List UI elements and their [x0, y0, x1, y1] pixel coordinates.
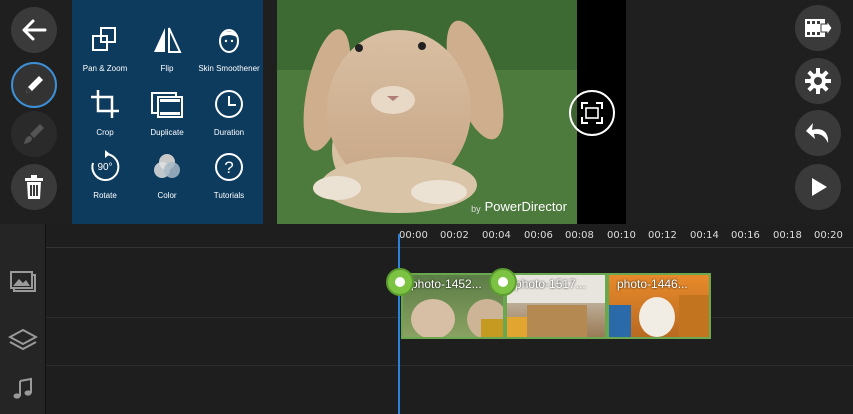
watermark-by: by: [471, 204, 481, 214]
tick-label: 00:04: [482, 230, 511, 241]
powerdirector-editor: Pan & Zoom Flip Skin Smoothener Crop Dup…: [0, 0, 853, 414]
tick-label: 00:12: [648, 230, 677, 241]
flip-tool[interactable]: Flip: [136, 22, 198, 73]
layers-icon[interactable]: [8, 325, 38, 355]
effects-button[interactable]: [11, 111, 57, 157]
tick-label: 00:20: [814, 230, 843, 241]
settings-gear-icon: [805, 68, 831, 94]
export-button[interactable]: [795, 5, 841, 51]
color-label: Color: [157, 191, 177, 200]
export-video-icon: [805, 19, 833, 37]
bunny-image: [277, 0, 577, 224]
clip-name: photo-1452...: [411, 277, 482, 291]
tick-label: 00:18: [773, 230, 802, 241]
tutorials-label: Tutorials: [213, 191, 245, 200]
video-track[interactable]: photo-1452... photo-1517... photo-1446..…: [46, 248, 853, 339]
undo-icon: [806, 123, 829, 143]
play-button[interactable]: [795, 164, 841, 210]
trim-handle-left[interactable]: [386, 268, 414, 296]
left-toolbar: [0, 0, 72, 224]
timeline[interactable]: 00:00 00:02 00:04 00:06 00:08 00:10 00:1…: [0, 224, 853, 414]
track-labels: [0, 224, 46, 414]
overlay-track[interactable]: [46, 318, 853, 366]
duplicate-icon: [149, 86, 185, 122]
pan-zoom-label: Pan & Zoom: [82, 64, 128, 73]
edit-tools-panel: Pan & Zoom Flip Skin Smoothener Crop Dup…: [72, 0, 263, 224]
settings-button[interactable]: [795, 58, 841, 104]
flip-icon: [149, 22, 185, 58]
video-preview[interactable]: by PowerDirector: [277, 0, 626, 224]
powerdirector-watermark: by PowerDirector: [471, 199, 567, 214]
undo-button[interactable]: [795, 110, 841, 156]
playhead[interactable]: [398, 234, 400, 414]
rotate-icon: 90°: [87, 149, 123, 185]
clip-name: photo-1446...: [617, 277, 688, 291]
pan-zoom-icon: [87, 22, 123, 58]
brush-icon: [24, 124, 44, 144]
skin-smoothener-label: Skin Smoothener: [198, 64, 260, 73]
duplicate-tool[interactable]: Duplicate: [136, 86, 198, 137]
delete-button[interactable]: [11, 164, 57, 210]
tick-label: 00:06: [524, 230, 553, 241]
fullscreen-button[interactable]: [569, 90, 615, 136]
edit-button[interactable]: [11, 62, 57, 108]
play-icon: [812, 178, 827, 196]
rotate-tool[interactable]: 90° Rotate: [74, 149, 136, 200]
watermark-brand: PowerDirector: [484, 199, 567, 214]
rotate-label: Rotate: [93, 191, 117, 200]
crop-icon: [87, 86, 123, 122]
face-icon: [211, 22, 247, 58]
preview-photo: by PowerDirector: [277, 0, 577, 224]
time-ruler[interactable]: 00:00 00:02 00:04 00:06 00:08 00:10 00:1…: [46, 224, 853, 248]
crop-tool[interactable]: Crop: [74, 86, 136, 137]
music-note-icon[interactable]: [8, 374, 38, 404]
duration-tool[interactable]: Duration: [198, 86, 260, 137]
tick-label: 00:00: [399, 230, 428, 241]
tutorials-tool[interactable]: ? Tutorials: [198, 149, 260, 200]
tick-label: 00:08: [565, 230, 594, 241]
media-track-icon[interactable]: [8, 267, 38, 297]
help-icon: ?: [211, 149, 247, 185]
clip-name: photo-1517...: [515, 277, 586, 291]
rotate-badge: 90°: [97, 161, 113, 173]
back-button[interactable]: [11, 7, 57, 53]
fullscreen-icon: [581, 102, 603, 124]
color-icon: [149, 149, 185, 185]
crop-label: Crop: [96, 128, 114, 137]
color-tool[interactable]: Color: [136, 149, 198, 200]
clock-icon: [211, 86, 247, 122]
pencil-icon: [26, 76, 43, 93]
trim-handle-right[interactable]: [489, 268, 517, 296]
svg-text:?: ?: [224, 158, 233, 177]
flip-label: Flip: [160, 64, 174, 73]
right-toolbar: [790, 0, 853, 224]
duration-label: Duration: [213, 128, 245, 137]
pan-zoom-tool[interactable]: Pan & Zoom: [74, 22, 136, 73]
back-arrow-icon: [22, 19, 47, 41]
audio-track[interactable]: [46, 366, 853, 414]
tick-label: 00:16: [731, 230, 760, 241]
tick-label: 00:02: [440, 230, 469, 241]
tick-label: 00:10: [607, 230, 636, 241]
trash-icon: [25, 175, 43, 199]
duplicate-label: Duplicate: [150, 128, 184, 137]
skin-smoothener-tool[interactable]: Skin Smoothener: [198, 22, 260, 73]
tick-label: 00:14: [690, 230, 719, 241]
